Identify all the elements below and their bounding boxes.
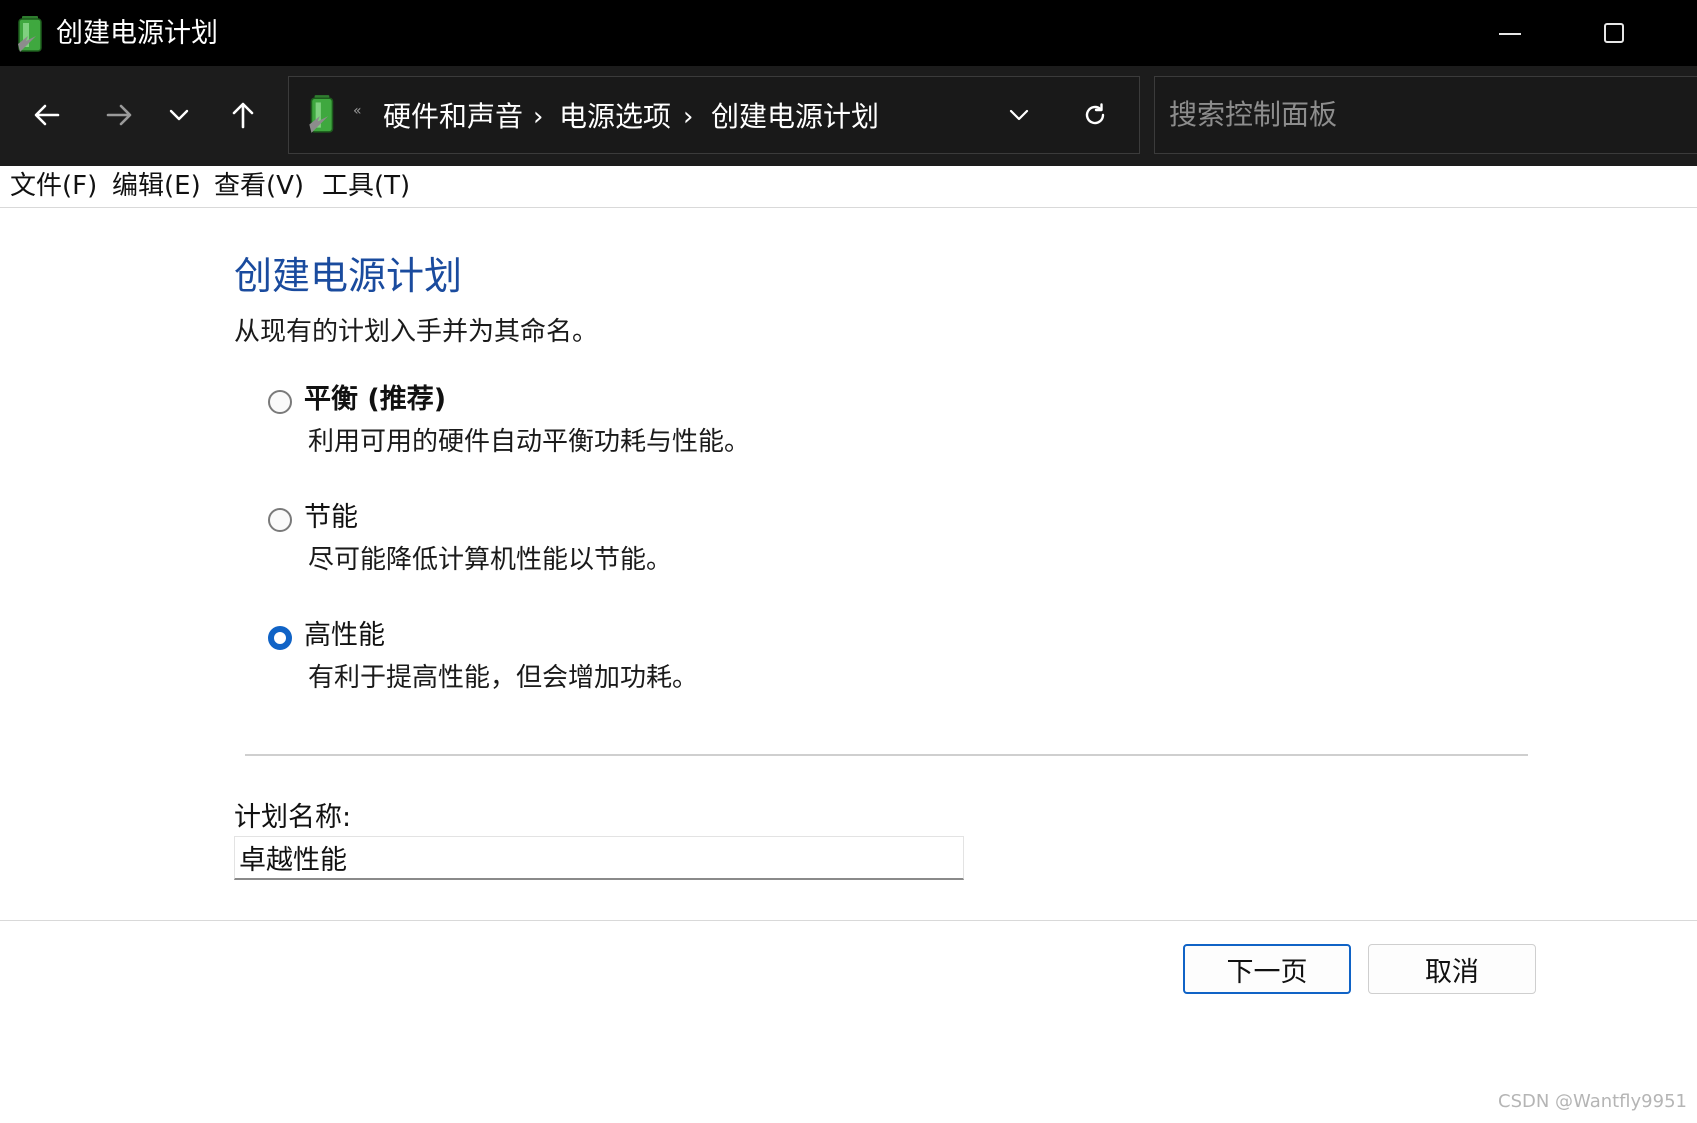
chevron-down-icon [169, 109, 189, 121]
minimize-button[interactable] [1487, 14, 1537, 54]
address-dropdown-button[interactable] [997, 93, 1041, 137]
chevron-down-icon [1009, 109, 1029, 121]
battery-power-icon [18, 16, 42, 52]
title-bar: 创建电源计划 [0, 0, 1697, 66]
menu-item-edit[interactable]: 编辑(E) [112, 170, 201, 202]
page-subtitle: 从现有的计划入手并为其命名。 [234, 317, 599, 347]
breadcrumb-item-create-power-plan[interactable]: 创建电源计划 [711, 99, 879, 135]
watermark: CSDN @Wantfly9951 [1498, 1091, 1687, 1112]
breadcrumb-item-hardware-sound[interactable]: 硬件和声音 [383, 99, 523, 135]
arrow-up-icon [232, 102, 254, 129]
plan-name-label: 计划名称: [234, 802, 352, 833]
breadcrumb-item-power-options[interactable]: 电源选项 [559, 99, 671, 135]
address-bar[interactable]: « 硬件和声音 › 电源选项 › 创建电源计划 [288, 76, 1140, 154]
plan-name-input[interactable] [234, 836, 964, 880]
radio-high-performance[interactable] [268, 626, 292, 650]
menu-bar: 文件(F) 编辑(E) 查看(V) 工具(T) [0, 166, 1697, 208]
option-label-high-performance[interactable]: 高性能 [304, 618, 385, 654]
cancel-button[interactable]: 取消 [1368, 944, 1536, 994]
breadcrumb-overflow-icon[interactable]: « [353, 103, 362, 119]
option-description-balanced: 利用可用的硬件自动平衡功耗与性能。 [308, 427, 751, 457]
back-button[interactable] [22, 90, 72, 140]
forward-button[interactable] [94, 90, 144, 140]
next-button[interactable]: 下一页 [1183, 944, 1351, 994]
arrow-right-icon [106, 104, 132, 126]
radio-balanced[interactable] [268, 390, 292, 414]
arrow-left-icon [34, 104, 60, 126]
battery-power-icon [309, 95, 334, 133]
menu-item-view[interactable]: 查看(V) [214, 170, 304, 202]
navigation-bar: « 硬件和声音 › 电源选项 › 创建电源计划 搜索控制面板 [0, 66, 1697, 166]
footer-divider [0, 920, 1697, 921]
recent-locations-button[interactable] [154, 90, 204, 140]
maximize-button[interactable] [1590, 14, 1640, 54]
breadcrumb-separator-icon[interactable]: › [533, 99, 543, 135]
option-label-balanced[interactable]: 平衡 (推荐) [304, 382, 446, 418]
up-button[interactable] [218, 90, 268, 140]
breadcrumb-separator-icon[interactable]: › [683, 99, 693, 135]
refresh-icon [1085, 103, 1105, 125]
menu-item-file[interactable]: 文件(F) [10, 170, 97, 202]
page-title: 创建电源计划 [234, 254, 463, 298]
option-description-power-saver: 尽可能降低计算机性能以节能。 [308, 545, 673, 575]
section-divider [245, 754, 1528, 756]
option-description-high-performance: 有利于提高性能，但会增加功耗。 [308, 663, 699, 693]
menu-item-tools[interactable]: 工具(T) [322, 170, 410, 202]
option-label-power-saver[interactable]: 节能 [304, 500, 358, 536]
refresh-button[interactable] [1073, 93, 1117, 137]
search-input[interactable]: 搜索控制面板 [1154, 76, 1697, 154]
radio-power-saver[interactable] [268, 508, 292, 532]
window-title: 创建电源计划 [56, 18, 218, 49]
